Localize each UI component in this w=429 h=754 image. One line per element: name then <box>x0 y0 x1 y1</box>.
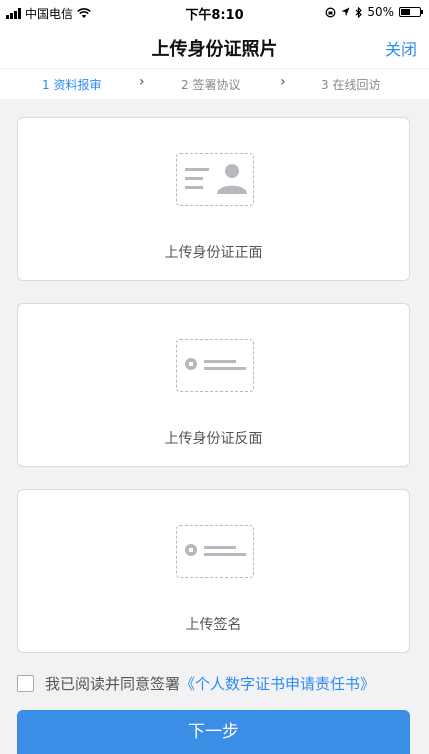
agreement-row: 我已阅读并同意签署 《个人数字证书申请责任书》 <box>17 673 375 694</box>
id-back-icon <box>176 339 254 392</box>
location-icon <box>341 7 350 17</box>
battery-icon <box>399 7 423 17</box>
close-button[interactable]: 关闭 <box>385 36 417 60</box>
upload-id-back-card[interactable]: 上传身份证反面 <box>17 303 410 467</box>
agreement-text: 我已阅读并同意签署 <box>45 675 181 693</box>
next-step-button[interactable]: 下一步 <box>17 710 410 754</box>
status-bar: 中国电信 下午8:10 50% <box>0 0 429 24</box>
step-2: 2 签署协议 <box>181 78 241 92</box>
bluetooth-icon <box>355 6 363 18</box>
step-1: 1 资料报审 <box>42 78 102 92</box>
upload-id-back-label: 上传身份证反面 <box>164 431 263 447</box>
upload-signature-label: 上传签名 <box>185 617 242 633</box>
upload-id-front-label: 上传身份证正面 <box>164 245 263 261</box>
signature-icon <box>176 525 254 578</box>
upload-signature-card[interactable]: 上传签名 <box>17 489 410 653</box>
battery-fill <box>401 9 410 15</box>
agreement-checkbox[interactable] <box>17 675 34 692</box>
upload-id-front-card[interactable]: 上传身份证正面 <box>17 117 410 281</box>
id-front-graphic <box>185 164 247 194</box>
id-front-icon <box>176 153 254 206</box>
chevron-right-icon: › <box>139 74 145 90</box>
chevron-right-icon: › <box>280 74 286 90</box>
step-3: 3 在线回访 <box>321 78 381 92</box>
nav-bar: 上传身份证照片 关闭 <box>0 24 429 68</box>
signature-graphic <box>185 544 246 556</box>
id-back-graphic <box>185 358 246 370</box>
agreement-link[interactable]: 《个人数字证书申请责任书》 <box>180 673 375 694</box>
step-indicator: 1 资料报审 › 2 签署协议 › 3 在线回访 <box>0 68 429 99</box>
battery-percent: 50% <box>367 5 394 19</box>
orientation-lock-icon <box>325 7 336 17</box>
status-right: 50% <box>325 5 423 19</box>
page-title: 上传身份证照片 <box>151 39 278 60</box>
